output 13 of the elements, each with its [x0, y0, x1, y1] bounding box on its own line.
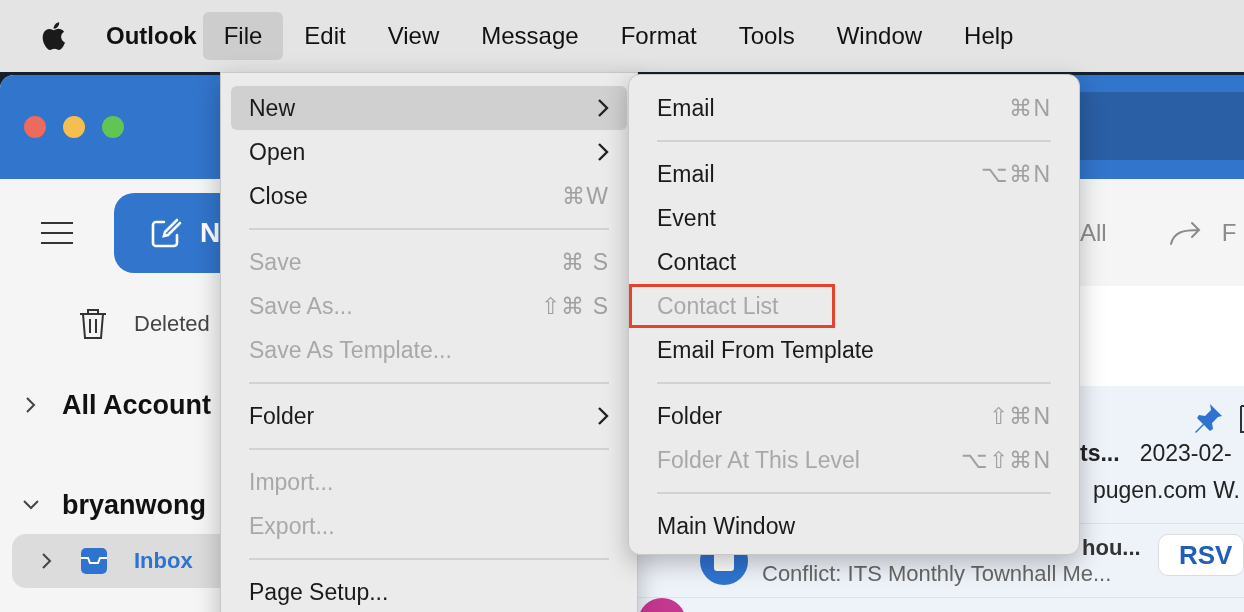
- shortcut-label: ⌥⌘N: [981, 160, 1051, 188]
- shortcut-label: ⌥⇧⌘N: [961, 446, 1051, 474]
- message-date: 2023-02-: [1139, 440, 1232, 467]
- message-preview: pugen.com W.: [1092, 477, 1240, 504]
- shortcut-label: ⌘ S: [561, 248, 609, 276]
- message-subject: ts...: [1080, 440, 1120, 467]
- shortcut-label: ⌘N: [1009, 94, 1051, 122]
- shortcut-label: ⇧⌘ S: [541, 292, 609, 320]
- shortcut-label: ⇧⌘N: [989, 402, 1051, 430]
- shortcut-label: ⌘W: [562, 182, 609, 210]
- message-sender: hou...: [1081, 534, 1141, 561]
- folder-label: Deleted: [134, 311, 210, 337]
- message-subject: Conflict: ITS Monthly Townhall Me...: [762, 560, 1113, 587]
